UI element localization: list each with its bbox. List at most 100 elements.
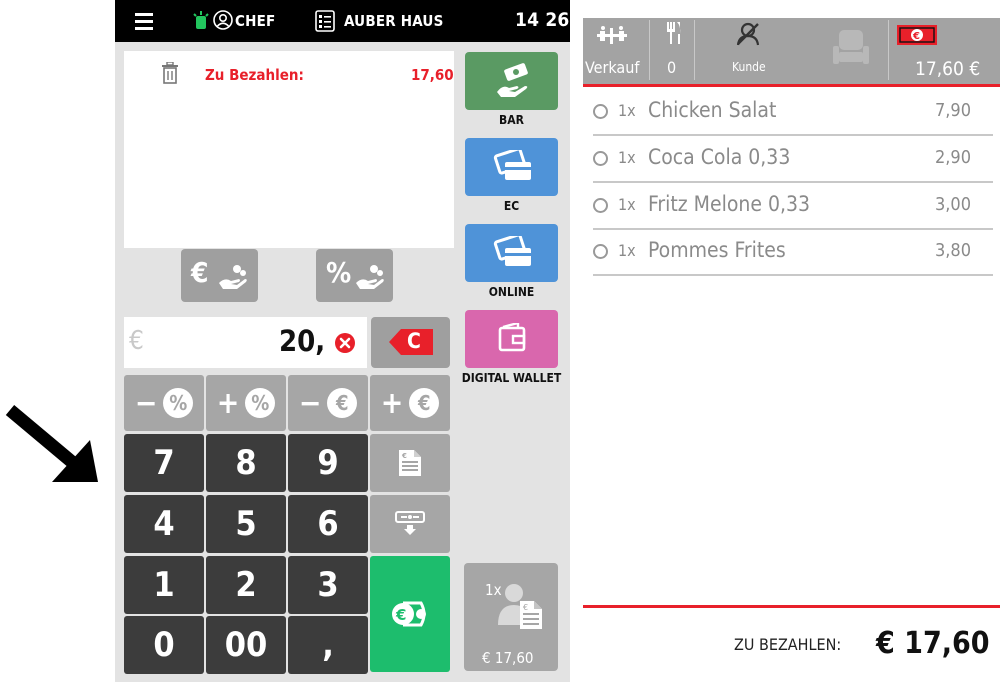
- key-5[interactable]: 5: [206, 495, 286, 553]
- item-select-radio[interactable]: [593, 104, 608, 119]
- item-price: 3,80: [934, 240, 971, 261]
- seat-icon[interactable]: [833, 30, 869, 68]
- guest-receipt-icon: €: [498, 584, 542, 629]
- minus-percent-button[interactable]: − %: [124, 375, 204, 431]
- order-header: Verkauf 0 Kunde € 17,60 €: [583, 18, 1000, 84]
- annotation-arrow-icon: [5, 405, 98, 482]
- amount-value: 20,: [279, 324, 326, 358]
- list-item[interactable]: 1x Fritz Melone 0,33 3,00: [593, 183, 993, 230]
- key-1[interactable]: 1: [124, 556, 204, 614]
- split-receipt-button[interactable]: 1x € € 17,60: [464, 563, 558, 671]
- svg-text:€: €: [401, 452, 407, 460]
- user-name[interactable]: CHEF: [235, 12, 275, 30]
- item-select-radio[interactable]: [593, 244, 608, 259]
- modifier-sign: −: [134, 385, 158, 421]
- cash-drawer-icon: [395, 511, 425, 535]
- pay-online-label: ONLINE: [488, 285, 535, 299]
- trash-icon[interactable]: [161, 62, 179, 84]
- key-00[interactable]: 00: [206, 616, 286, 674]
- menu-icon[interactable]: [135, 13, 153, 34]
- svg-text:€: €: [912, 31, 920, 42]
- footer-to-pay-label: ZU BEZAHLEN:: [734, 635, 842, 654]
- minus-euro-button[interactable]: − €: [288, 375, 368, 431]
- item-qty: 1x: [618, 101, 636, 120]
- list-icon: [315, 10, 335, 32]
- cash-drawer-button[interactable]: [370, 495, 450, 553]
- item-qty: 1x: [618, 241, 636, 260]
- divider: [888, 20, 889, 80]
- pay-wallet-button[interactable]: [465, 310, 558, 368]
- clear-input-icon[interactable]: [335, 333, 355, 353]
- customer-label: Kunde: [732, 60, 766, 74]
- amount-input[interactable]: € 20,: [124, 317, 367, 368]
- modifier-unit: €: [327, 388, 358, 418]
- key-3[interactable]: 3: [288, 556, 368, 614]
- key-comma[interactable]: ,: [288, 616, 368, 674]
- hand-coins-icon: [219, 265, 247, 289]
- key-2[interactable]: 2: [206, 556, 286, 614]
- item-select-radio[interactable]: [593, 151, 608, 166]
- key-6[interactable]: 6: [288, 495, 368, 553]
- item-select-radio[interactable]: [593, 198, 608, 213]
- pay-online-button[interactable]: [465, 224, 558, 282]
- list-item[interactable]: 1x Pommes Frites 3,80: [593, 229, 993, 276]
- item-qty: 1x: [618, 148, 636, 167]
- header-total: 17,60 €: [915, 58, 981, 80]
- pay-wallet-label: DIGITAL WALLET: [461, 371, 562, 385]
- cutlery-icon[interactable]: [667, 22, 681, 44]
- status-light-icon: [193, 11, 209, 29]
- hand-coins-icon: [356, 265, 384, 289]
- pay-cash-label: BAR: [499, 113, 524, 127]
- pay-cash-button[interactable]: [465, 52, 558, 110]
- key-4[interactable]: 4: [124, 495, 204, 553]
- to-pay-amount: 17,60: [411, 66, 454, 84]
- key-0[interactable]: 0: [124, 616, 204, 674]
- item-name: Coca Cola 0,33: [648, 145, 791, 169]
- key-7[interactable]: 7: [124, 434, 204, 492]
- invoice-button[interactable]: €: [370, 434, 450, 492]
- split-amount: € 17,60: [482, 649, 534, 667]
- clear-label: C: [407, 329, 421, 353]
- confirm-payment-button[interactable]: €: [370, 556, 450, 672]
- clock: 14 26: [515, 9, 570, 31]
- item-name: Chicken Salat: [648, 98, 777, 122]
- divider: [649, 20, 650, 80]
- svg-text:€: €: [523, 603, 528, 612]
- invoice-icon: €: [399, 450, 421, 476]
- modifier-unit: €: [409, 388, 440, 418]
- item-price: 2,90: [934, 147, 971, 168]
- user-icon: [213, 10, 233, 30]
- footer-total: € 17,60: [876, 626, 990, 661]
- modifier-unit: %: [163, 388, 194, 418]
- key-9[interactable]: 9: [288, 434, 368, 492]
- table-service-icon[interactable]: [597, 24, 627, 44]
- card-icon: [493, 236, 531, 266]
- cash-roll-icon: €: [392, 601, 426, 627]
- pay-ec-label: EC: [503, 199, 520, 213]
- key-8[interactable]: 8: [206, 434, 286, 492]
- item-name: Fritz Melone 0,33: [648, 192, 811, 216]
- receipt-box: Zu Bezahlen: 17,60: [124, 51, 454, 248]
- clear-button[interactable]: C: [371, 317, 450, 368]
- banknote-icon[interactable]: €: [896, 24, 938, 46]
- euro-symbol: €: [191, 256, 209, 289]
- plus-euro-button[interactable]: + €: [370, 375, 450, 431]
- svg-text:€: €: [395, 606, 406, 624]
- item-price: 3,00: [934, 194, 971, 215]
- item-price: 7,90: [934, 100, 971, 121]
- currency-symbol: €: [129, 326, 144, 356]
- euro-discount-button[interactable]: €: [181, 249, 258, 302]
- guest-count: 0: [667, 58, 677, 77]
- mode-label[interactable]: AUBER HAUS: [344, 12, 444, 30]
- plus-percent-button[interactable]: + %: [206, 375, 286, 431]
- modifier-unit: %: [245, 388, 276, 418]
- top-bar: CHEF AUBER HAUS 14 26: [115, 0, 570, 42]
- card-icon: [493, 150, 531, 180]
- no-customer-icon[interactable]: [736, 22, 760, 46]
- list-item[interactable]: 1x Coca Cola 0,33 2,90: [593, 136, 993, 183]
- wallet-icon: [498, 323, 526, 352]
- pay-ec-button[interactable]: [465, 138, 558, 196]
- sale-label[interactable]: Verkauf: [585, 58, 639, 77]
- percent-discount-button[interactable]: %: [316, 249, 393, 302]
- list-item[interactable]: 1x Chicken Salat 7,90: [593, 89, 993, 136]
